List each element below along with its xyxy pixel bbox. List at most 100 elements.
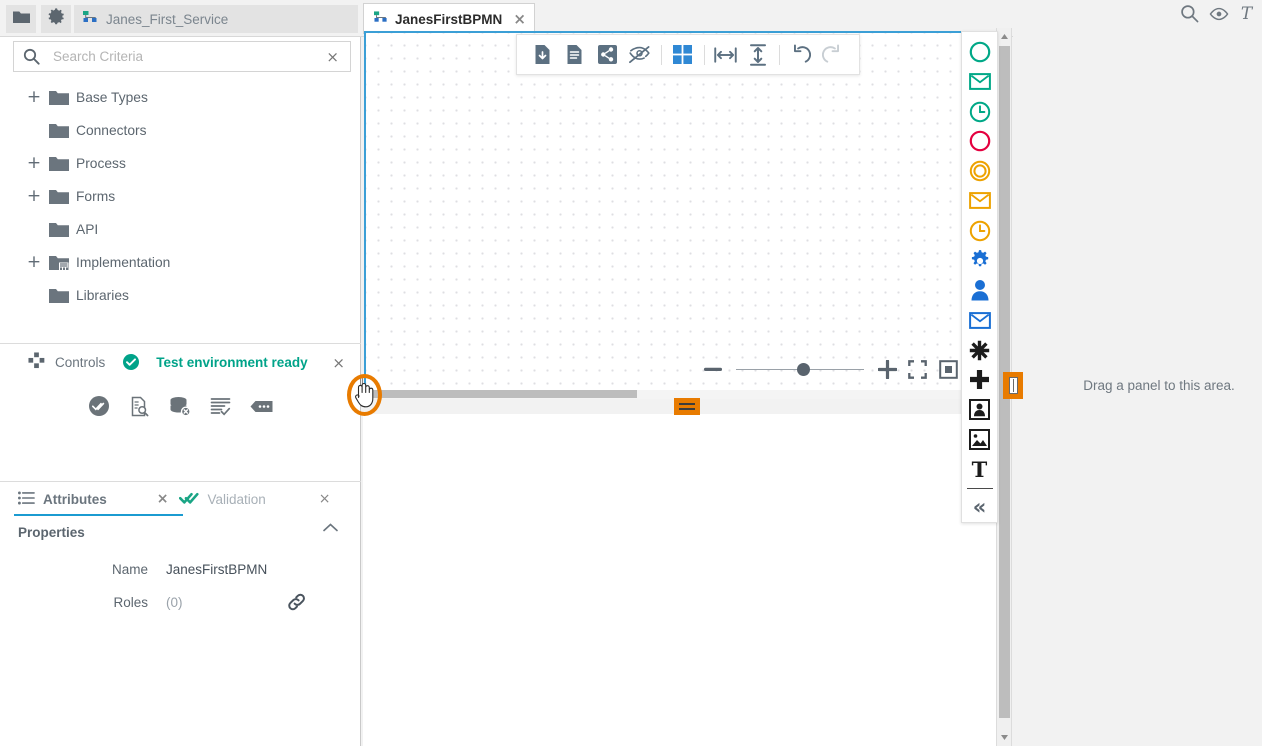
share-icon[interactable] (591, 36, 623, 74)
palette-timer-start-event-icon[interactable] (962, 97, 998, 127)
tree-item-label: Libraries (76, 288, 129, 303)
palette-service-task-icon[interactable] (962, 246, 998, 276)
palette-send-task-icon[interactable] (962, 305, 998, 335)
more-options-icon[interactable] (250, 398, 273, 415)
folder-icon (44, 222, 74, 238)
zoom-slider-handle[interactable] (797, 363, 810, 376)
palette-intermediate-event-icon[interactable] (962, 156, 998, 186)
palette-message-intermediate-icon[interactable] (962, 186, 998, 216)
close-icon[interactable]: × (513, 11, 526, 27)
tab-validation[interactable]: Validation × (168, 482, 331, 516)
properties-section-header[interactable]: Properties (0, 519, 361, 546)
palette-pool-icon[interactable] (962, 395, 998, 425)
palette-image-annotation-icon[interactable] (962, 425, 998, 455)
tab-attributes[interactable]: Attributes × (0, 482, 168, 516)
eye-icon[interactable] (1209, 7, 1229, 21)
tree-item-process[interactable]: + Process (0, 147, 361, 180)
splitter-grip-handle[interactable] (674, 398, 700, 415)
diagram-canvas-area (362, 28, 1012, 412)
log-check-icon[interactable] (210, 396, 231, 417)
application-window: Janes_First_Service JanesFirstBPMN × T S… (0, 0, 1262, 746)
right-drop-area[interactable]: Drag a panel to this area. (1013, 28, 1262, 746)
tab-selection-indicator (14, 514, 183, 516)
expand-icon[interactable]: + (24, 155, 44, 172)
svg-text:T: T (1241, 4, 1254, 23)
tree-item-libraries[interactable]: +Libraries (0, 279, 361, 312)
search-box[interactable]: × (13, 41, 351, 72)
svg-text:T: T (972, 459, 988, 480)
folder-button[interactable] (6, 5, 36, 33)
check-icon (179, 490, 200, 509)
close-validation-icon[interactable]: × (319, 491, 331, 507)
search-input[interactable] (51, 48, 327, 65)
toolbar-divider (778, 44, 780, 65)
fullscreen-icon[interactable] (902, 360, 933, 379)
tree-item-forms[interactable]: + Forms (0, 180, 361, 213)
clear-search-icon[interactable]: × (326, 48, 339, 66)
tree-item-implementation[interactable]: + Implementation (0, 246, 361, 279)
fit-icon[interactable] (933, 360, 964, 379)
scroll-up-icon[interactable] (997, 29, 1012, 44)
redo-icon[interactable] (817, 36, 849, 74)
tree-item-label: API (76, 222, 99, 237)
hide-icon[interactable] (623, 36, 655, 74)
property-label: Name (111, 561, 148, 577)
chevron-up-icon[interactable] (323, 523, 338, 532)
property-value[interactable]: JanesFirstBPMN (166, 562, 267, 577)
settings-button[interactable] (41, 5, 71, 33)
palette-timer-intermediate-icon[interactable] (962, 216, 998, 246)
breadcrumb[interactable]: Janes_First_Service (74, 5, 358, 33)
folder-icon (44, 123, 74, 139)
link-icon[interactable] (286, 592, 308, 612)
zoom-in-button[interactable] (872, 360, 902, 379)
palette-user-task-icon[interactable] (962, 276, 998, 306)
controls-title: Controls (55, 354, 106, 370)
expand-icon[interactable]: + (24, 188, 44, 205)
service-icon (83, 11, 98, 27)
top-right-icons: T (1180, 4, 1254, 23)
diagram-canvas[interactable] (364, 31, 1005, 412)
expand-icon[interactable]: + (24, 89, 44, 106)
palette-complex-gateway-icon[interactable] (962, 335, 998, 365)
horizontal-scrollbar-thumb[interactable] (372, 390, 637, 398)
grid-icon[interactable] (666, 36, 698, 74)
clear-database-icon[interactable] (169, 396, 191, 417)
zoom-out-button[interactable] (698, 367, 728, 372)
validate-all-icon[interactable] (88, 395, 110, 417)
fit-horizontal-icon[interactable] (710, 36, 742, 74)
status-check-icon (123, 354, 140, 370)
palette-collapse-icon[interactable]: « (962, 492, 998, 522)
close-attributes-icon[interactable]: × (157, 491, 169, 507)
palette-divider (966, 488, 993, 490)
undo-icon[interactable] (785, 36, 817, 74)
attributes-tabbar: Attributes × Validation × (0, 482, 361, 516)
toolbar-divider (703, 44, 705, 65)
palette-end-event-icon[interactable] (962, 126, 998, 156)
inspect-document-icon[interactable] (129, 396, 150, 417)
drag-grip-icon (1008, 377, 1018, 394)
text-icon[interactable]: T (1239, 4, 1254, 23)
palette-message-start-event-icon[interactable] (962, 67, 998, 97)
controls-icon (28, 352, 45, 372)
controls-panel-header: Controls Test environment ready × (0, 344, 361, 380)
tree-item-api[interactable]: +API (0, 213, 361, 246)
expand-icon[interactable]: + (24, 254, 44, 271)
palette-text-annotation-icon[interactable]: T (962, 454, 998, 484)
close-controls-icon[interactable]: × (332, 354, 345, 372)
palette-start-event-icon[interactable] (962, 37, 998, 67)
lower-editor-area[interactable] (363, 414, 1011, 746)
search-icon[interactable] (1180, 4, 1199, 23)
fit-vertical-icon[interactable] (742, 36, 774, 74)
zoom-slider[interactable] (736, 363, 864, 377)
palette-parallel-gateway-icon[interactable] (962, 365, 998, 395)
import-icon[interactable] (527, 36, 559, 74)
left-sidebar: × +Base Types+Connectors+Process+Forms+A… (0, 37, 361, 746)
property-label: Roles (113, 594, 148, 610)
panel-drag-handle[interactable] (1003, 372, 1023, 399)
breadcrumb-label: Janes_First_Service (106, 11, 229, 27)
tree-item-base-types[interactable]: + Base Types (0, 81, 361, 114)
tree-item-connectors[interactable]: +Connectors (0, 114, 361, 147)
document-icon[interactable] (559, 36, 591, 74)
scroll-down-icon[interactable] (997, 730, 1012, 745)
folder-icon (44, 189, 74, 205)
